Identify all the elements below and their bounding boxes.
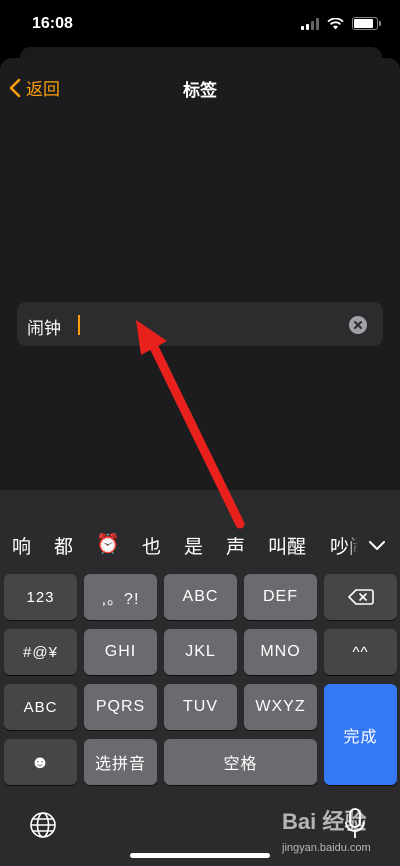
status-time: 16:08: [32, 15, 73, 32]
page-title: 标签: [183, 81, 217, 101]
chevron-down-icon: [369, 541, 385, 550]
candidate-item[interactable]: 都: [54, 532, 73, 559]
space-key[interactable]: 空格: [164, 739, 317, 785]
key-mno-group[interactable]: MNO: [244, 629, 317, 675]
candidate-item[interactable]: 叫醒: [268, 532, 306, 559]
key-punctuation[interactable]: ,。?!: [84, 574, 157, 620]
key-pqrs-group[interactable]: PQRS: [84, 684, 157, 730]
cellular-signal-icon: [301, 17, 319, 30]
wifi-icon: [327, 17, 344, 29]
watermark-site: jingyan.baidu.com: [282, 842, 371, 854]
candidate-item[interactable]: 声: [226, 532, 245, 559]
key-tuv-group[interactable]: TUV: [164, 684, 237, 730]
backspace-icon: [347, 589, 374, 605]
candidate-bar: 响 都 ⏰ 也 是 声 叫醒 吵闹: [0, 520, 400, 574]
key-123[interactable]: 123: [4, 574, 77, 620]
key-abc-group[interactable]: ABC: [164, 574, 237, 620]
key-select-pinyin[interactable]: 选拼音: [84, 739, 157, 785]
watermark-brand: Bai 经验: [282, 809, 367, 834]
key-wxyz-group[interactable]: WXYZ: [244, 684, 317, 730]
status-bar: 16:08: [0, 0, 400, 50]
candidate-item[interactable]: 也: [142, 532, 161, 559]
globe-icon[interactable]: [28, 810, 58, 840]
label-input-value: 闹钟: [27, 319, 61, 339]
status-icons: [301, 17, 381, 30]
expand-candidates-button[interactable]: [348, 520, 400, 574]
text-caret: [78, 315, 80, 335]
candidate-item[interactable]: ⏰: [96, 532, 120, 555]
key-def-group[interactable]: DEF: [244, 574, 317, 620]
key-emoticon[interactable]: ^^: [324, 629, 397, 675]
delete-key[interactable]: [324, 574, 397, 620]
key-abc-switch[interactable]: ABC: [4, 684, 77, 730]
close-icon: [354, 321, 362, 329]
battery-icon: [352, 17, 381, 30]
home-indicator[interactable]: [130, 853, 270, 858]
baidu-watermark: Bai 经验 jingyan.baidu.com: [282, 798, 392, 864]
key-ghi-group[interactable]: GHI: [84, 629, 157, 675]
key-jkl-group[interactable]: JKL: [164, 629, 237, 675]
label-input[interactable]: 闹钟: [17, 302, 383, 346]
candidate-item[interactable]: 响: [12, 532, 31, 559]
clear-text-button[interactable]: [349, 316, 367, 334]
key-symbols[interactable]: #@¥: [4, 629, 77, 675]
candidate-item[interactable]: 是: [184, 532, 203, 559]
done-key[interactable]: 完成: [324, 684, 397, 785]
emoji-key[interactable]: ☻: [4, 739, 77, 785]
